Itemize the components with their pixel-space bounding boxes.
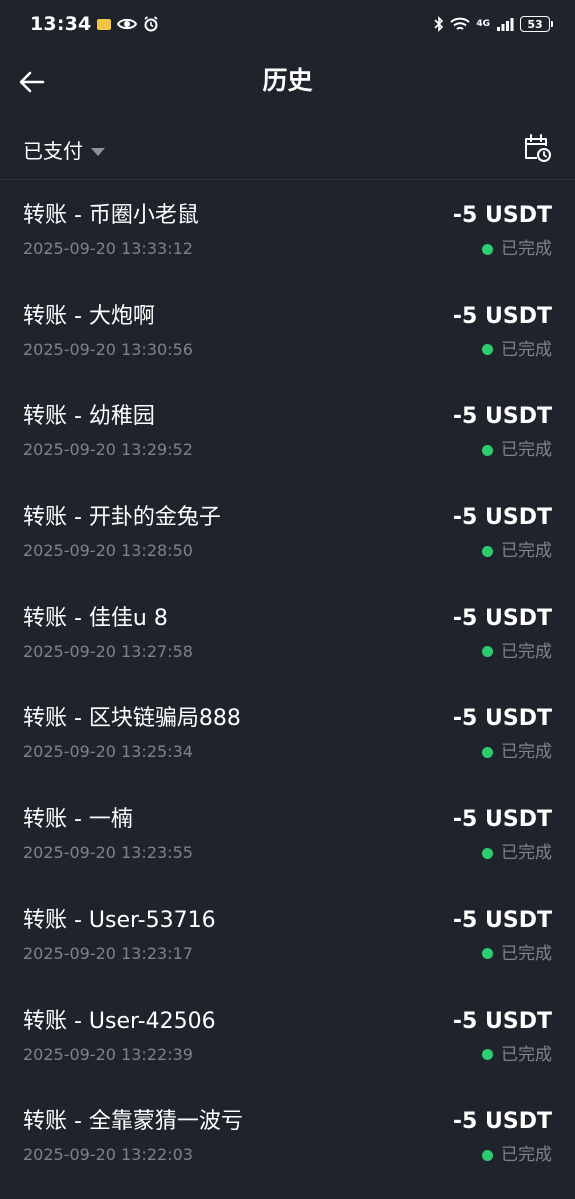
status-dot-icon [482, 948, 493, 960]
signal-icon [497, 18, 514, 31]
transaction-row[interactable]: 转账 - 大炮啊 2025-09-20 13:30:56 -5 USDT 已完成 [0, 282, 575, 383]
transaction-amount: -5 USDT [452, 807, 552, 833]
status-filter-dropdown[interactable]: 已支付 [23, 136, 105, 166]
date-filter-button[interactable] [521, 132, 553, 164]
network-label: 4G [476, 18, 490, 29]
status-dot-icon [482, 1149, 493, 1161]
status-right-icons: 4G 53 [434, 16, 553, 32]
transaction-row[interactable]: 转账 - 开卦的金兔子 2025-09-20 13:28:50 -5 USDT … [0, 483, 575, 584]
transaction-status: 已完成 [482, 438, 552, 462]
transaction-amount: -5 USDT [452, 907, 552, 933]
transaction-amount: -5 USDT [452, 1109, 552, 1135]
transaction-status: 已完成 [482, 1043, 552, 1067]
status-text: 已完成 [501, 1044, 552, 1065]
transaction-title: 转账 - User-42506 [23, 1008, 216, 1034]
transaction-row[interactable]: 转账 - 全靠蒙猜一波亏 2025-09-20 13:22:03 -5 USDT… [0, 1087, 575, 1188]
battery-tip [551, 21, 553, 27]
transaction-row[interactable]: 转账 - User-42506 2025-09-20 13:22:39 -5 U… [0, 987, 575, 1088]
calendar-clock-icon [525, 134, 551, 162]
transaction-status: 已完成 [482, 942, 552, 966]
status-left-icons [97, 16, 159, 32]
status-bar: 13:34 4G 53 [0, 0, 575, 48]
status-text: 已完成 [501, 541, 552, 562]
transaction-title: 转账 - 幼稚园 [23, 404, 155, 430]
filter-label: 已支付 [23, 139, 83, 163]
battery-icon: 53 [520, 16, 553, 32]
transaction-time: 2025-09-20 13:22:03 [23, 1145, 193, 1165]
transaction-time: 2025-09-20 13:27:58 [23, 641, 193, 661]
filter-bar: 已支付 [0, 122, 575, 180]
status-text: 已完成 [501, 943, 552, 964]
status-dot-icon [482, 646, 493, 658]
transaction-row[interactable]: 转账 - 佳佳u 8 2025-09-20 13:27:58 -5 USDT 已… [0, 584, 575, 685]
transaction-time: 2025-09-20 13:29:52 [23, 440, 193, 460]
transaction-amount: -5 USDT [452, 203, 552, 228]
transaction-title: 转账 - 大炮啊 [23, 303, 155, 329]
transaction-row[interactable]: 转账 - User-53716 2025-09-20 13:23:17 -5 U… [0, 886, 575, 987]
transaction-status: 已完成 [482, 338, 552, 362]
transaction-row[interactable]: 转账 - 一楠 2025-09-20 13:23:55 -5 USDT 已完成 [0, 785, 575, 886]
transaction-time: 2025-09-20 13:30:56 [23, 339, 193, 359]
status-dot-icon [482, 847, 493, 859]
transaction-title: 转账 - 全靠蒙猜一波亏 [23, 1109, 243, 1135]
transaction-status: 已完成 [482, 841, 552, 865]
transaction-time: 2025-09-20 13:28:50 [23, 541, 193, 561]
transaction-row[interactable]: 转账 - 币圈小老鼠 2025-09-20 13:33:12 -5 USDT 已… [0, 181, 575, 282]
bluetooth-icon [434, 16, 444, 32]
transaction-status: 已完成 [482, 740, 552, 764]
wifi-icon [450, 17, 471, 30]
header: 历史 [0, 52, 575, 112]
transaction-amount: -5 USDT [452, 706, 552, 732]
page-title: 历史 [262, 66, 313, 95]
status-dot-icon [482, 746, 493, 758]
transaction-status: 已完成 [482, 640, 552, 664]
transaction-row[interactable]: 转账 - 幼稚园 2025-09-20 13:29:52 -5 USDT 已完成 [0, 382, 575, 483]
eye-icon [117, 18, 138, 30]
battery-level: 53 [520, 16, 550, 32]
status-dot-icon [482, 545, 493, 557]
status-text: 已完成 [501, 1145, 552, 1166]
status-text: 已完成 [501, 339, 552, 360]
transaction-title: 转账 - 开卦的金兔子 [23, 505, 221, 531]
status-dot-icon [482, 444, 493, 456]
transaction-title: 转账 - 区块链骗局888 [23, 706, 241, 732]
transaction-title: 转账 - User-53716 [23, 907, 216, 933]
status-text: 已完成 [501, 742, 552, 763]
transaction-time: 2025-09-20 13:22:39 [23, 1044, 193, 1064]
transaction-time: 2025-09-20 13:25:34 [23, 742, 193, 762]
status-text: 已完成 [501, 641, 552, 662]
status-dot-icon [482, 344, 493, 356]
transaction-list: 转账 - 币圈小老鼠 2025-09-20 13:33:12 -5 USDT 已… [0, 181, 575, 1188]
transaction-status: 已完成 [482, 539, 552, 563]
transaction-time: 2025-09-20 13:23:55 [23, 843, 193, 863]
caret-down-icon [91, 148, 105, 156]
transaction-time: 2025-09-20 13:23:17 [23, 943, 193, 963]
transaction-amount: -5 USDT [452, 605, 552, 631]
status-text: 已完成 [501, 239, 552, 259]
status-dot-icon [482, 243, 493, 255]
transaction-amount: -5 USDT [452, 1008, 552, 1034]
transaction-row[interactable]: 转账 - 区块链骗局888 2025-09-20 13:25:34 -5 USD… [0, 684, 575, 785]
status-text: 已完成 [501, 843, 552, 864]
transaction-title: 转账 - 币圈小老鼠 [23, 203, 199, 228]
status-text: 已完成 [501, 440, 552, 461]
transaction-status: 已完成 [482, 1143, 552, 1167]
alarm-icon [144, 16, 159, 32]
transaction-status: 已完成 [482, 237, 552, 261]
transaction-time: 2025-09-20 13:33:12 [23, 239, 193, 258]
status-dot-icon [482, 1049, 493, 1060]
transaction-amount: -5 USDT [452, 303, 552, 329]
mail-icon [97, 18, 112, 30]
transaction-amount: -5 USDT [452, 404, 552, 430]
transaction-amount: -5 USDT [452, 505, 552, 531]
transaction-title: 转账 - 一楠 [23, 807, 133, 833]
transaction-title: 转账 - 佳佳u 8 [23, 605, 168, 631]
status-time: 13:34 [30, 13, 92, 35]
